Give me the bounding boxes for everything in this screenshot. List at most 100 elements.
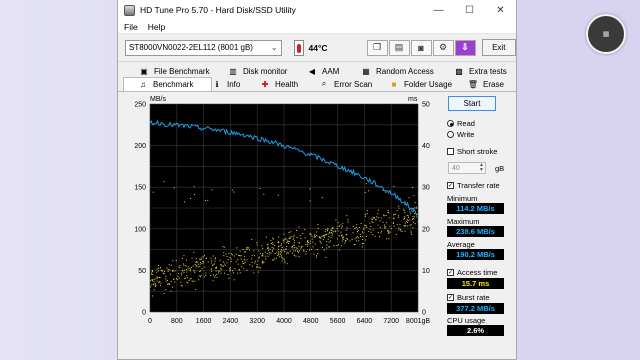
x-tick-label: 4000 bbox=[276, 318, 292, 325]
tab-folder-usage[interactable]: ■ Folder Usage bbox=[389, 77, 452, 91]
access-time-point bbox=[179, 267, 181, 269]
access-time-point bbox=[359, 234, 361, 236]
menu-file[interactable]: File bbox=[118, 22, 142, 32]
options-icon[interactable]: ⚙ bbox=[432, 39, 454, 56]
access-time-point bbox=[184, 269, 186, 271]
access-time-point bbox=[307, 240, 309, 242]
access-time-point bbox=[155, 278, 157, 280]
exit-button[interactable]: Exit bbox=[481, 39, 516, 56]
access-time-point bbox=[407, 221, 409, 223]
access-time-point bbox=[201, 268, 203, 270]
access-time-point bbox=[317, 224, 319, 226]
short-stroke-value: 40 bbox=[452, 164, 460, 172]
access-time-point bbox=[218, 272, 220, 274]
drive-select[interactable]: ST8000VN0022-2EL112 (8001 gB) ⌄ bbox=[125, 39, 282, 56]
access-time-point bbox=[187, 282, 189, 284]
access-time-point bbox=[167, 269, 169, 271]
access-time-point bbox=[190, 198, 192, 200]
minimize-button[interactable]: — bbox=[423, 0, 454, 20]
write-radio[interactable]: Write bbox=[447, 130, 474, 139]
read-radio[interactable]: Read bbox=[447, 119, 475, 128]
short-stroke-stepper[interactable]: 40 ▲ ▼ bbox=[448, 162, 486, 174]
tab-error-scan[interactable]: ⌕ Error Scan bbox=[319, 77, 372, 91]
access-time-point bbox=[151, 273, 153, 275]
access-time-point bbox=[288, 241, 290, 243]
access-time-point bbox=[280, 255, 282, 257]
access-time-point bbox=[323, 235, 325, 237]
x-tick-label: 800 bbox=[171, 318, 183, 325]
close-button[interactable]: ✕ bbox=[485, 0, 516, 20]
access-time-point bbox=[347, 221, 349, 223]
access-time-point bbox=[408, 197, 410, 199]
access-time-point bbox=[332, 231, 334, 233]
access-time-point bbox=[246, 246, 248, 248]
tab-disk-monitor[interactable]: ▥ Disk monitor bbox=[228, 64, 287, 78]
maximize-button[interactable]: ☐ bbox=[454, 0, 485, 20]
access-time-point bbox=[289, 250, 291, 252]
short-stroke-checkbox[interactable]: Short stroke bbox=[447, 147, 497, 156]
access-time-point bbox=[414, 223, 416, 225]
access-time-point bbox=[266, 247, 268, 249]
access-time-point bbox=[410, 232, 412, 234]
access-time-point bbox=[279, 256, 281, 258]
tab-aam[interactable]: ◀ AAM bbox=[307, 64, 339, 78]
access-time-point bbox=[383, 215, 385, 217]
access-time-point bbox=[274, 253, 276, 255]
access-time-point bbox=[175, 278, 177, 280]
screenshot-icon[interactable]: ◙ bbox=[410, 39, 432, 56]
access-time-point bbox=[403, 209, 405, 211]
read-label: Read bbox=[457, 119, 475, 128]
start-button[interactable]: Start bbox=[448, 96, 496, 111]
access-time-point bbox=[160, 282, 162, 284]
tab-extra-tests[interactable]: ▩ Extra tests bbox=[454, 64, 507, 78]
access-time-point bbox=[414, 216, 416, 218]
tab-erase[interactable]: 🗑 Erase bbox=[468, 77, 504, 91]
tab-file-benchmark[interactable]: ▣ File Benchmark bbox=[139, 64, 209, 78]
access-time-point bbox=[283, 241, 285, 243]
access-time-point bbox=[416, 216, 418, 218]
copy-text-icon[interactable]: ▤ bbox=[388, 39, 410, 56]
access-time-point bbox=[293, 254, 295, 256]
tab-benchmark[interactable]: ♫ Benchmark bbox=[123, 77, 213, 91]
access-time-point bbox=[183, 255, 185, 257]
access-time-point bbox=[344, 239, 346, 241]
access-time-point bbox=[326, 230, 328, 232]
access-time-point bbox=[323, 249, 325, 251]
access-time-point bbox=[395, 233, 397, 235]
access-time-point bbox=[238, 269, 240, 271]
access-time-point bbox=[377, 217, 379, 219]
tab-info[interactable]: ℹ Info bbox=[212, 77, 240, 91]
access-time-point bbox=[186, 281, 188, 283]
access-time-point bbox=[274, 258, 276, 260]
access-time-point bbox=[300, 238, 302, 240]
access-time-point bbox=[412, 227, 414, 229]
access-time-point bbox=[286, 245, 288, 247]
access-time-point bbox=[319, 240, 321, 242]
transfer-rate-checkbox[interactable]: ✓ Transfer rate bbox=[447, 181, 500, 190]
tab-random-access[interactable]: ▦ Random Access bbox=[361, 64, 434, 78]
tab-health[interactable]: ✚ Health bbox=[260, 77, 298, 91]
access-time-point bbox=[195, 258, 197, 260]
access-time-point bbox=[191, 257, 193, 259]
access-time-checkbox[interactable]: ✓ Access time bbox=[447, 268, 497, 277]
copy-icon[interactable]: ❐ bbox=[366, 39, 388, 56]
access-time-point bbox=[221, 265, 223, 267]
access-time-point bbox=[230, 261, 232, 263]
access-time-point bbox=[251, 261, 253, 263]
access-time-point bbox=[293, 242, 295, 244]
access-time-point bbox=[354, 227, 356, 229]
access-time-point bbox=[195, 261, 197, 263]
access-time-point bbox=[171, 286, 173, 288]
save-icon[interactable]: ⇩ bbox=[454, 39, 476, 56]
access-time-point bbox=[210, 262, 212, 264]
access-time-point bbox=[175, 260, 177, 262]
access-time-point bbox=[212, 255, 214, 257]
access-time-point bbox=[235, 253, 237, 255]
access-time-point bbox=[376, 216, 378, 218]
menu-help[interactable]: Help bbox=[142, 22, 169, 32]
access-time-point bbox=[280, 251, 282, 253]
tab-strip: ▣ File Benchmark ▥ Disk monitor ◀ AAM ▦ Rand… bbox=[118, 62, 516, 92]
access-time-point bbox=[180, 281, 182, 283]
access-time-point bbox=[283, 233, 285, 235]
burst-rate-checkbox[interactable]: ✓ Burst rate bbox=[447, 293, 490, 302]
